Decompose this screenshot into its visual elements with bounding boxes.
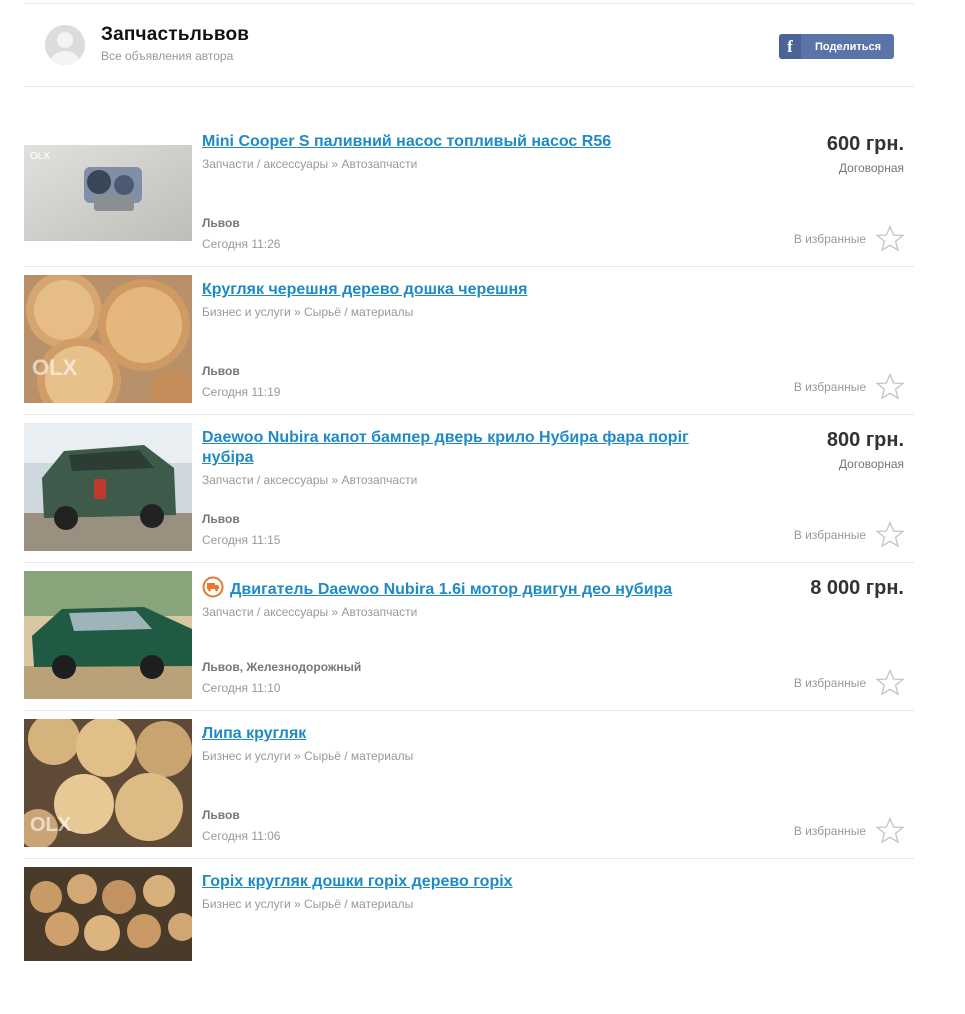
ad-price: 600 грн. bbox=[826, 133, 904, 155]
ad-title-link[interactable]: Daewoo Nubira капот бампер дверь крило Н… bbox=[202, 428, 722, 468]
star-icon bbox=[876, 521, 904, 548]
ad-thumbnail[interactable]: OLX bbox=[24, 127, 192, 255]
star-icon bbox=[876, 225, 904, 252]
ad-category: Запчасти / аксессуары » Автозапчасти bbox=[202, 157, 418, 171]
ad-time: Сегодня 11:06 bbox=[202, 829, 281, 843]
add-to-favorites-button[interactable]: В избранные bbox=[794, 669, 904, 696]
seller-subtitle: Все объявления автора bbox=[101, 49, 234, 63]
ad-price-note: Договорная bbox=[838, 457, 904, 471]
ad-category: Бизнес и услуги » Сырьё / материалы bbox=[202, 897, 414, 911]
ad-location: Львов bbox=[202, 364, 240, 378]
ad-title-link[interactable]: Кругляк черешня дерево дошка черешня bbox=[202, 280, 722, 300]
ad-list: OLX Mini Cooper S паливний насос топливы… bbox=[24, 127, 914, 1014]
ad-category: Запчасти / аксессуары » Автозапчасти bbox=[202, 605, 418, 619]
ad-title-link[interactable]: Mini Cooper S паливний насос топливый на… bbox=[202, 132, 722, 152]
svg-text:OLX: OLX bbox=[30, 814, 72, 836]
svg-text:OLX: OLX bbox=[30, 151, 50, 162]
seller-name: Запчастьльвов bbox=[101, 24, 250, 45]
add-to-favorites-button[interactable]: В избранные bbox=[794, 817, 904, 844]
ad-location: Львов bbox=[202, 808, 240, 822]
ad-card: OLX Липа кругляк Бизнес и услуги » Сырьё… bbox=[24, 719, 914, 859]
facebook-icon: f bbox=[779, 34, 801, 59]
ad-location: Львов, Железнодорожный bbox=[202, 660, 362, 674]
ad-card: Горіх кругляк дошки горіх дерево горіх Б… bbox=[24, 867, 914, 1006]
ad-price-note: Договорная bbox=[838, 161, 904, 175]
ad-time: Сегодня 11:15 bbox=[202, 533, 281, 547]
ad-price: 8 000 грн. bbox=[810, 577, 904, 599]
star-icon bbox=[876, 669, 904, 696]
ad-thumbnail[interactable]: OLX bbox=[24, 719, 192, 847]
ad-thumbnail[interactable] bbox=[24, 571, 192, 699]
ad-thumbnail[interactable] bbox=[24, 423, 192, 551]
avatar bbox=[45, 25, 85, 65]
ad-title-link[interactable]: Горіх кругляк дошки горіх дерево горіх bbox=[202, 872, 722, 892]
ad-card: Daewoo Nubira капот бампер дверь крило Н… bbox=[24, 423, 914, 563]
ad-location: Львов bbox=[202, 512, 240, 526]
add-to-favorites-button[interactable]: В избранные bbox=[794, 373, 904, 400]
ad-card: OLX Mini Cooper S паливний насос топливы… bbox=[24, 127, 914, 267]
seller-header: Запчастьльвов Все объявления автора f По… bbox=[24, 4, 914, 87]
ad-time: Сегодня 11:10 bbox=[202, 681, 281, 695]
ad-time: Сегодня 11:19 bbox=[202, 385, 281, 399]
ad-card: Двигатель Daewoo Nubira 1.6i мотор двигу… bbox=[24, 571, 914, 711]
add-to-favorites-button[interactable]: В избранные bbox=[794, 521, 904, 548]
ad-time: Сегодня 11:26 bbox=[202, 237, 281, 251]
favorites-label: В избранные bbox=[793, 231, 866, 246]
facebook-share-button[interactable]: f Поделиться bbox=[779, 34, 894, 59]
favorites-label: В избранные bbox=[793, 379, 866, 394]
star-icon bbox=[876, 373, 904, 400]
favorites-label: В избранные bbox=[793, 527, 866, 542]
ad-thumbnail[interactable]: OLX bbox=[24, 275, 192, 403]
ad-category: Бизнес и услуги » Сырьё / материалы bbox=[202, 305, 414, 319]
favorites-label: В избранные bbox=[793, 823, 866, 838]
favorites-label: В избранные bbox=[793, 675, 866, 690]
ad-card: OLX Кругляк черешня дерево дошка черешня… bbox=[24, 275, 914, 415]
ad-thumbnail[interactable] bbox=[24, 867, 192, 995]
share-label: Поделиться bbox=[815, 40, 882, 53]
svg-text:OLX: OLX bbox=[32, 355, 78, 380]
ad-category: Бизнес и услуги » Сырьё / материалы bbox=[202, 749, 414, 763]
ad-title-link[interactable]: Двигатель Daewoo Nubira 1.6i мотор двигу… bbox=[202, 576, 722, 600]
user-placeholder-icon bbox=[45, 25, 85, 65]
delivery-check-icon bbox=[202, 576, 224, 598]
ad-title-text: Двигатель Daewoo Nubira 1.6i мотор двигу… bbox=[230, 581, 673, 598]
star-icon bbox=[876, 817, 904, 844]
add-to-favorites-button[interactable]: В избранные bbox=[794, 225, 904, 252]
ad-title-link[interactable]: Липа кругляк bbox=[202, 724, 722, 744]
ad-price: 800 грн. bbox=[826, 429, 904, 451]
ad-category: Запчасти / аксессуары » Автозапчасти bbox=[202, 473, 418, 487]
ad-location: Львов bbox=[202, 216, 240, 230]
